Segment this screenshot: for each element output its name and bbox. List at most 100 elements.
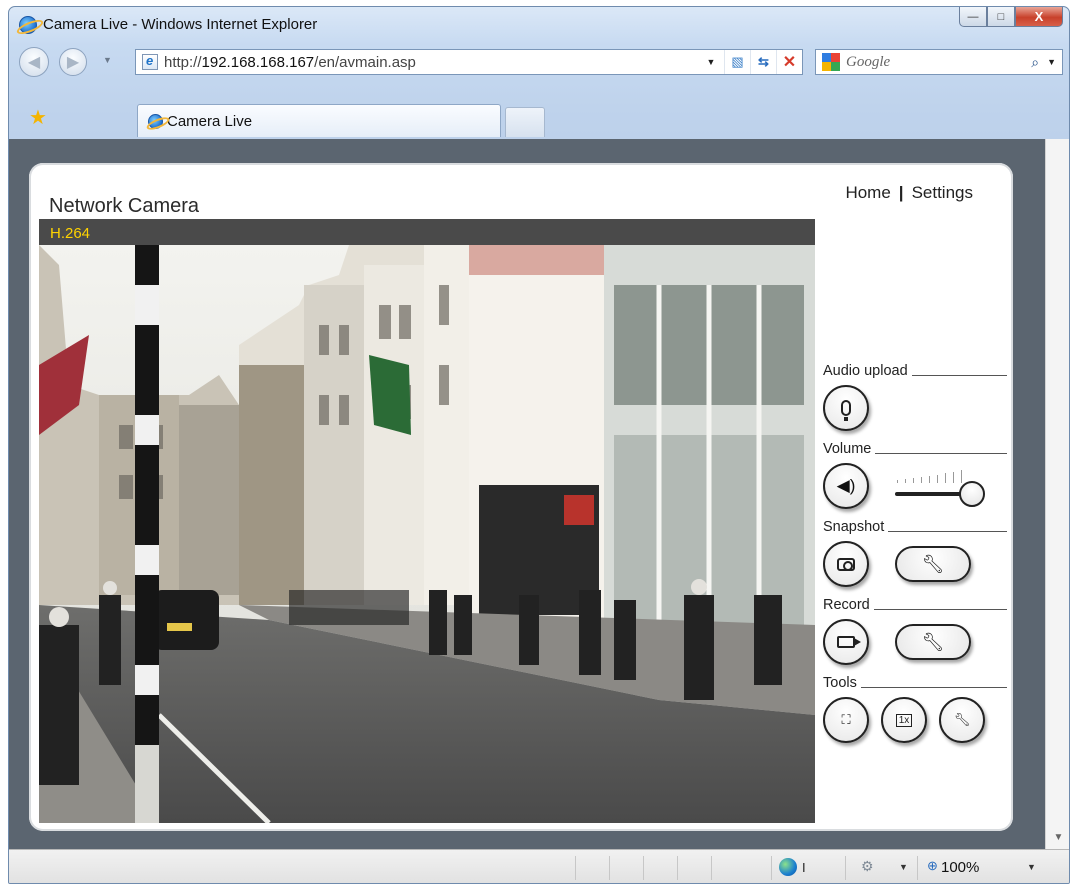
- star-icon[interactable]: ★: [29, 105, 47, 130]
- fullscreen-icon: ⛶: [841, 712, 851, 727]
- nav-separator: |: [898, 183, 904, 202]
- record-text: Record: [823, 597, 870, 613]
- navigation-bar: ◀ ▶ ▼ http://192.168.168.167/en/avmain.a…: [9, 43, 1069, 81]
- address-bar[interactable]: http://192.168.168.167/en/avmain.asp ▼ ▧…: [135, 49, 803, 75]
- camera-controls: Audio upload Volume ◀) Snapshot 🔧︎ Recor…: [823, 359, 1007, 749]
- status-divider: [711, 856, 712, 880]
- volume-label: Volume: [823, 437, 1007, 457]
- forward-button[interactable]: ▶: [59, 48, 87, 76]
- record-button[interactable]: [823, 619, 869, 665]
- tab-bar: ★ Camera Live: [9, 99, 1069, 137]
- window-controls: — □ X: [959, 7, 1063, 27]
- address-dropdown-icon[interactable]: ▼: [698, 50, 724, 74]
- back-arrow-icon: ◀: [27, 54, 41, 71]
- speaker-icon: ◀): [836, 476, 856, 495]
- page-viewport: Network Camera Home | Settings H.264 Aud…: [9, 139, 1045, 849]
- camera-icon: [837, 557, 855, 571]
- microphone-icon: [841, 400, 851, 421]
- wrench-icon: 🔧︎: [921, 553, 945, 574]
- camera-panel: Network Camera Home | Settings H.264 Aud…: [29, 163, 1013, 831]
- title-bar: Camera Live - Windows Internet Explorer …: [9, 7, 1069, 41]
- record-settings-button[interactable]: 🔧︎: [895, 624, 971, 660]
- internet-zone-icon: [779, 858, 797, 876]
- audio-upload-button[interactable]: [823, 385, 869, 431]
- live-video-stream[interactable]: [39, 245, 815, 823]
- wrench-icon: 🔧︎: [953, 712, 971, 727]
- tab-label: Camera Live: [167, 112, 253, 130]
- forward-arrow-icon: ▶: [66, 54, 80, 71]
- status-divider: [575, 856, 576, 880]
- video-header-bar: H.264: [39, 219, 815, 245]
- tools-text: Tools: [823, 675, 857, 691]
- vertical-scrollbar[interactable]: ▼: [1045, 139, 1069, 849]
- top-navigation: Home | Settings: [845, 183, 973, 203]
- volume-row: ◀): [823, 457, 1007, 515]
- audio-upload-text: Audio upload: [823, 363, 908, 379]
- status-divider: [771, 856, 772, 880]
- zoom-dropdown-icon[interactable]: ▼: [1027, 862, 1036, 872]
- home-link[interactable]: Home: [845, 183, 890, 203]
- tools-label: Tools: [823, 671, 1007, 691]
- maximize-button[interactable]: □: [987, 7, 1015, 27]
- browser-window: Camera Live - Windows Internet Explorer …: [8, 6, 1070, 884]
- search-icon[interactable]: ⌕: [1031, 54, 1039, 71]
- snapshot-settings-button[interactable]: 🔧︎: [895, 546, 971, 582]
- ie-logo-icon: [19, 16, 37, 34]
- protected-mode-icon[interactable]: ⚙: [861, 858, 874, 875]
- video-frame-image: [39, 245, 815, 823]
- search-box[interactable]: Google ⌕ ▼: [815, 49, 1063, 75]
- tools-row: ⛶ 1x 🔧︎: [823, 691, 1007, 749]
- tools-settings-button[interactable]: 🔧︎: [939, 697, 985, 743]
- search-options-dropdown-icon[interactable]: ▼: [1047, 57, 1056, 67]
- url-host: 192.168.168.167: [201, 53, 315, 71]
- recent-pages-dropdown-icon[interactable]: ▼: [103, 55, 112, 65]
- security-zone-text: I: [802, 860, 806, 875]
- zoom-level[interactable]: 100%: [941, 859, 979, 876]
- audio-upload-row: [823, 379, 1007, 437]
- back-button[interactable]: ◀: [19, 47, 49, 77]
- video-camera-icon: [837, 636, 861, 648]
- status-divider: [643, 856, 644, 880]
- snapshot-button[interactable]: [823, 541, 869, 587]
- address-tools: ▼ ▧ ⇆ ✕: [698, 50, 802, 74]
- page-title: Network Camera: [49, 195, 200, 217]
- minimize-button[interactable]: —: [959, 7, 987, 27]
- search-placeholder: Google: [846, 53, 891, 70]
- stop-icon[interactable]: ✕: [776, 50, 802, 74]
- mute-button[interactable]: ◀): [823, 463, 869, 509]
- window-title: Camera Live - Windows Internet Explorer: [43, 16, 318, 33]
- protected-mode-dropdown-icon[interactable]: ▼: [899, 862, 908, 872]
- tab-camera-live[interactable]: Camera Live: [137, 104, 501, 137]
- status-divider: [677, 856, 678, 880]
- status-bar: I ⚙ ▼ ⊕ 100% ▼: [9, 849, 1069, 883]
- audio-upload-label: Audio upload: [823, 359, 1007, 379]
- status-divider: [917, 856, 918, 880]
- codec-label: H.264: [50, 225, 91, 242]
- scroll-down-icon[interactable]: ▼: [1046, 832, 1069, 843]
- snapshot-row: 🔧︎: [823, 535, 1007, 593]
- google-icon: [822, 53, 840, 71]
- url-path: /en/avmain.asp: [314, 53, 416, 71]
- wrench-icon: 🔧︎: [921, 631, 945, 652]
- snapshot-label: Snapshot: [823, 515, 1007, 535]
- snapshot-text: Snapshot: [823, 519, 885, 535]
- volume-slider[interactable]: [895, 469, 985, 507]
- zoom-icon[interactable]: ⊕: [927, 858, 938, 874]
- record-row: 🔧︎: [823, 613, 1007, 671]
- status-divider: [609, 856, 610, 880]
- refresh-icon[interactable]: ⇆: [750, 50, 776, 74]
- actual-size-button[interactable]: 1x: [881, 697, 927, 743]
- new-tab-button[interactable]: [505, 107, 545, 137]
- page-icon: [142, 53, 158, 70]
- settings-link[interactable]: Settings: [912, 183, 973, 203]
- address-url[interactable]: http://192.168.168.167/en/avmain.asp: [164, 54, 416, 71]
- actual-size-icon: 1x: [895, 713, 913, 727]
- status-divider: [845, 856, 846, 880]
- tab-ie-icon: [148, 113, 163, 129]
- volume-knob[interactable]: [959, 481, 985, 507]
- url-prefix: http://: [164, 53, 202, 71]
- fullscreen-button[interactable]: ⛶: [823, 697, 869, 743]
- record-label: Record: [823, 593, 1007, 613]
- compatibility-view-icon[interactable]: ▧: [724, 50, 750, 74]
- close-button[interactable]: X: [1015, 7, 1063, 27]
